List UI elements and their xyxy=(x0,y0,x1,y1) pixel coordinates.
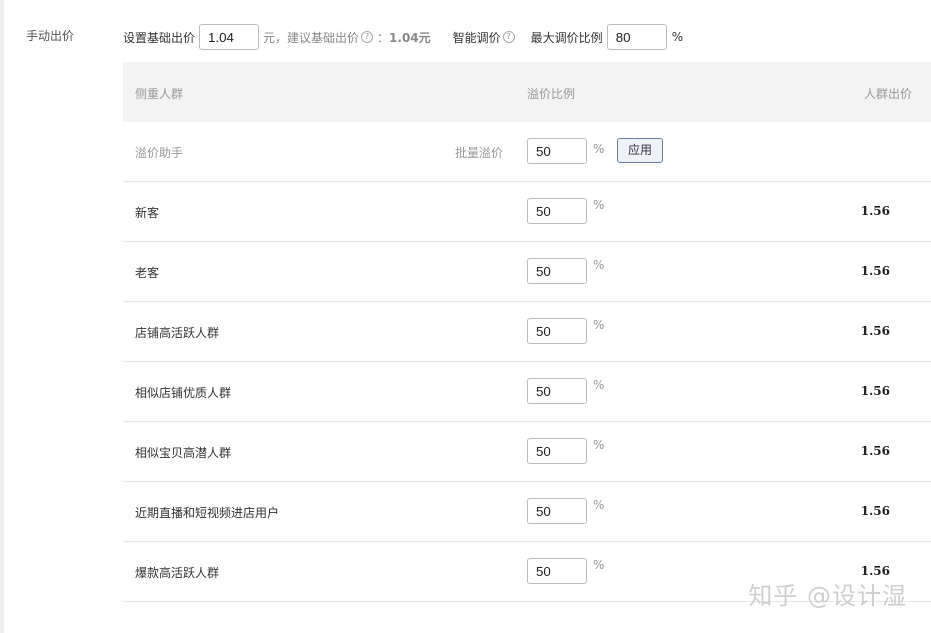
table-row: 相似宝贝高潜人群 % 1.56 xyxy=(123,422,931,482)
audience-name: 爆款高活跃人群 xyxy=(135,566,220,580)
batch-premium-input[interactable] xyxy=(527,138,587,164)
audience-price: 1.56 xyxy=(860,384,890,398)
suggest-help-icon[interactable]: ? xyxy=(361,31,374,43)
audience-name: 相似店铺优质人群 xyxy=(135,386,232,400)
audience-price: 1.56 xyxy=(860,324,890,338)
batch-percent-sign: % xyxy=(593,142,605,156)
table-row: 相似店铺优质人群 % 1.56 xyxy=(123,362,931,422)
max-ratio-input[interactable] xyxy=(606,24,667,50)
percent-sign: % xyxy=(593,198,605,212)
percent-sign: % xyxy=(593,318,605,332)
suggest-separator: ： xyxy=(377,30,390,45)
base-bid-unit-text: 元，建议基础出价 xyxy=(263,30,360,45)
table-header: 侧重人群 溢价比例 人群出价 xyxy=(123,62,931,122)
table-row: 老客 % 1.56 xyxy=(123,242,931,302)
header-group: 侧重人群 xyxy=(135,87,184,101)
base-bid-label: 设置基础出价 xyxy=(123,30,196,45)
audience-name: 老客 xyxy=(135,266,160,280)
watermark: 知乎 @设计湿 xyxy=(748,582,907,610)
audience-price: 1.56 xyxy=(860,504,890,518)
batch-premium-label: 批量溢价 xyxy=(455,146,504,160)
premium-ratio-input[interactable] xyxy=(527,378,587,404)
max-ratio-unit: % xyxy=(671,30,684,44)
bid-settings-row: 设置基础出价 元，建议基础出价 ? ： 1.04元 智能调价 ? 最大调价比例 … xyxy=(123,24,683,50)
suggested-bid-value: 1.04元 xyxy=(389,30,431,45)
smart-adjust-help-icon[interactable]: ? xyxy=(502,31,515,43)
audience-name: 近期直播和短视频进店用户 xyxy=(135,506,280,520)
table-row: 店铺高活跃人群 % 1.56 xyxy=(123,302,931,362)
percent-sign: % xyxy=(593,378,605,392)
max-ratio-label: 最大调价比例 xyxy=(530,30,603,45)
premium-ratio-input[interactable] xyxy=(527,198,587,224)
premium-ratio-input[interactable] xyxy=(527,558,587,584)
audience-price: 1.56 xyxy=(860,204,890,218)
percent-sign: % xyxy=(593,438,605,452)
header-price: 人群出价 xyxy=(863,87,912,101)
left-border xyxy=(0,0,4,633)
table-row: 新客 % 1.56 xyxy=(123,182,931,242)
audience-name: 相似宝贝高潜人群 xyxy=(135,446,232,460)
premium-ratio-input[interactable] xyxy=(527,438,587,464)
premium-assistant-row: 溢价助手 批量溢价 % 应用 xyxy=(123,122,931,182)
assistant-label: 溢价助手 xyxy=(135,146,184,160)
premium-ratio-input[interactable] xyxy=(527,258,587,284)
percent-sign: % xyxy=(593,558,605,572)
percent-sign: % xyxy=(593,498,605,512)
audience-name: 新客 xyxy=(135,206,160,220)
percent-sign: % xyxy=(593,258,605,272)
section-label: 手动出价 xyxy=(26,29,75,43)
premium-ratio-input[interactable] xyxy=(527,318,587,344)
base-bid-input[interactable] xyxy=(199,24,260,50)
audience-table: 侧重人群 溢价比例 人群出价 溢价助手 批量溢价 % 应用 新客 % 1.56 … xyxy=(123,62,931,602)
audience-price: 1.56 xyxy=(860,444,890,458)
smart-adjust-label: 智能调价 xyxy=(452,30,501,45)
header-ratio: 溢价比例 xyxy=(527,87,576,101)
audience-price: 1.56 xyxy=(860,264,890,278)
premium-ratio-input[interactable] xyxy=(527,498,587,524)
table-row: 近期直播和短视频进店用户 % 1.56 xyxy=(123,482,931,542)
apply-button[interactable]: 应用 xyxy=(617,138,663,163)
audience-name: 店铺高活跃人群 xyxy=(135,326,220,340)
